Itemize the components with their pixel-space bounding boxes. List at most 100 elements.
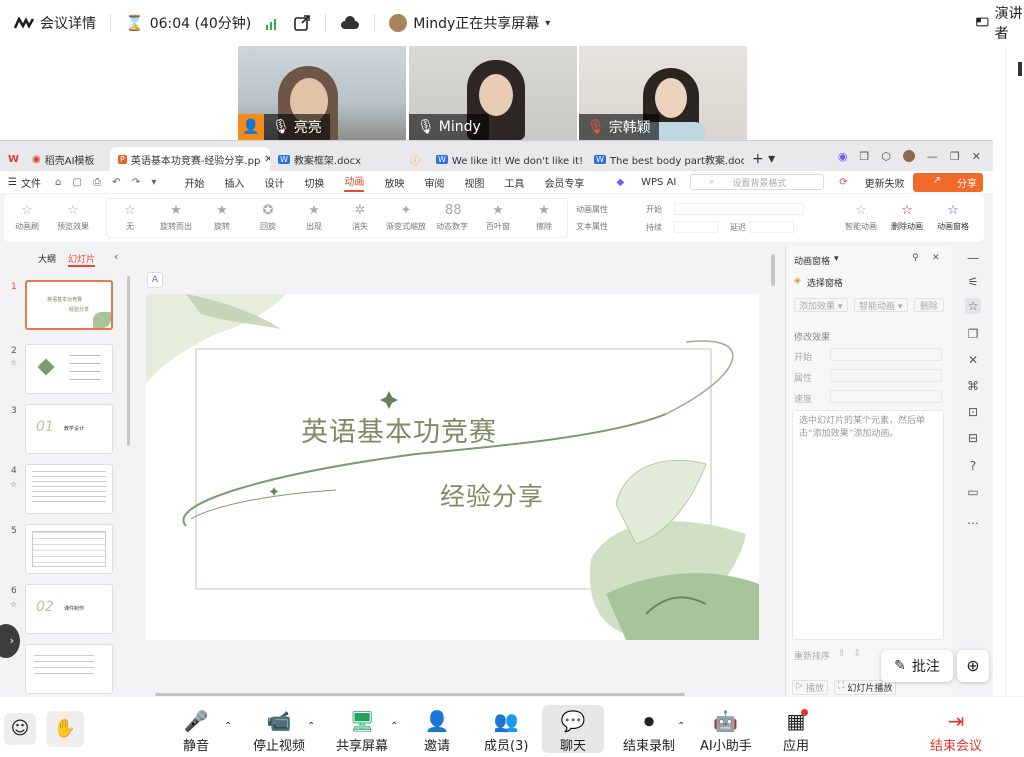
window-switch-icon[interactable]: ❐ (859, 150, 869, 163)
start-select[interactable] (830, 348, 942, 361)
mute-button[interactable]: 🎤 静音 (183, 709, 209, 754)
move-down-icon[interactable]: ⇩ (854, 649, 862, 662)
chat-button[interactable]: 💬 聊天 (560, 709, 586, 754)
menu-item-home[interactable]: 开始 (184, 175, 204, 190)
remove-animation-button[interactable]: ☆ 删除动画 (884, 204, 930, 232)
tab-doc-we-like-it[interactable]: WWe like it! We don't like it! (论ⓘ (428, 147, 586, 171)
video-tile[interactable]: 🎙 Mindy (409, 46, 577, 140)
menu-item-tools[interactable]: 工具 (504, 175, 524, 190)
preview-effect-button[interactable]: ☆ 预览效果 (50, 204, 96, 232)
minimize-icon[interactable]: — (927, 150, 938, 163)
tab-outline[interactable]: 大纲 (38, 252, 56, 267)
collapse-pane-icon[interactable]: ‹ (114, 250, 118, 263)
effect-fade-zoom[interactable]: ✦ 渐变式缩放 (383, 204, 429, 232)
tab-doc-lesson-framework[interactable]: W 教案框架.docx ⓘ (270, 147, 428, 171)
end-meeting-button[interactable]: ⇥ 结束会议 (930, 709, 982, 754)
effect-dynamic-number[interactable]: 88 动态数字 (429, 204, 475, 232)
ai-badge[interactable]: A (147, 272, 163, 288)
tab-docer-ai-template[interactable]: ◉ 稻壳AI模板 (24, 147, 110, 171)
shapes-icon[interactable]: ⌘ (965, 378, 981, 394)
search-box[interactable]: ⌕ 设置背景格式 (690, 174, 825, 190)
restore-icon[interactable]: ❐ (950, 150, 960, 163)
chevron-down-icon[interactable]: ▾ (834, 254, 839, 267)
update-failed-button[interactable]: ⟳ 更新失败 (825, 175, 904, 190)
video-options-chevron[interactable]: ⌃ (307, 721, 315, 732)
slide-subtitle[interactable]: 经验分享 (440, 477, 544, 513)
tab-slides[interactable]: 幻灯片 (68, 252, 96, 267)
sharing-status[interactable]: Mindy正在共享屏幕 ▾ (389, 13, 550, 33)
tools-icon[interactable]: ✕ (965, 352, 981, 368)
effect-spin-out[interactable]: ★ 旋转而出 (153, 204, 199, 232)
settings-sliders-icon[interactable]: ⚟ (965, 274, 981, 290)
start-select[interactable] (674, 203, 804, 215)
slide-title[interactable]: 英语基本功竞赛 (301, 410, 497, 449)
comment-icon[interactable]: ▭ (965, 484, 981, 500)
animation-list[interactable]: 选中幻灯片的某个元素，然后单击“添加效果”添加动画。 (792, 410, 944, 640)
effect-none[interactable]: ☆ 无 (107, 204, 153, 232)
pin-icon[interactable]: ⚲ (912, 253, 919, 263)
slide-thumbnail-1[interactable]: 英语基本功竞赛 经验分享 (25, 280, 113, 330)
close-icon[interactable]: ✕ (932, 253, 940, 263)
move-up-icon[interactable]: ⇧ (838, 649, 846, 662)
menu-item-insert[interactable]: 插入 (224, 175, 244, 190)
menu-item-design[interactable]: 设计 (264, 175, 284, 190)
share-link-button[interactable] (293, 14, 311, 32)
slide-thumbnail-4[interactable] (25, 464, 113, 514)
minimize-icon[interactable]: — (965, 250, 981, 266)
emoji-button[interactable]: ☺ (4, 713, 36, 745)
new-tab-button[interactable]: + ▾ (744, 147, 778, 171)
delete-button[interactable]: 删除 (914, 298, 944, 312)
smart-animation-button[interactable]: ☆ 智能动画 (838, 204, 884, 232)
quick-access-tools[interactable]: ⌂ ▢ ⎙ ↶ ↷ ▾ (55, 177, 160, 188)
invite-button[interactable]: 👤 邀请 (424, 709, 450, 754)
meeting-details-button[interactable]: 会议详情 (14, 13, 96, 33)
members-button[interactable]: 👥 成员(3) (484, 709, 528, 754)
more-icon[interactable]: … (965, 512, 981, 528)
user-avatar[interactable] (902, 150, 915, 162)
current-slide[interactable]: 英语基本功竞赛 经验分享 (146, 294, 759, 640)
copy-icon[interactable]: ❐ (965, 326, 981, 342)
presenter-view-button[interactable]: 演讲者 (976, 3, 1024, 43)
slide-thumbnail-6[interactable]: 02 课件制作 (25, 584, 113, 634)
image-icon[interactable]: ⊡ (965, 404, 981, 420)
annotate-button[interactable]: ✎ 批注 (881, 650, 953, 682)
thumbnail-scrollbar[interactable] (127, 276, 130, 446)
wps-logo[interactable]: W (0, 147, 24, 171)
menu-item-wps-ai[interactable]: ◆ WPS AI (602, 177, 676, 188)
close-icon[interactable]: ✕ (972, 150, 981, 163)
menu-item-review[interactable]: 审阅 (424, 175, 444, 190)
animation-painter-button[interactable]: ☆ 动画刷 (4, 204, 50, 232)
cloud-button[interactable] (340, 16, 360, 30)
signal-strength[interactable] (265, 16, 279, 30)
effect-wipe[interactable]: ★ 擦除 (521, 204, 567, 232)
animation-props-dropdown[interactable]: 动画属性 (576, 204, 638, 215)
menu-item-member[interactable]: 会员专享 (544, 175, 584, 190)
delay-input[interactable] (750, 221, 794, 233)
menu-item-view[interactable]: 视图 (464, 175, 484, 190)
raise-hand-button[interactable]: ✋ (46, 711, 84, 747)
share-options-chevron[interactable]: ⌃ (390, 721, 398, 732)
share-screen-button[interactable]: 🖥 共享屏幕 (336, 709, 388, 754)
slide-thumbnail-2[interactable] (25, 344, 113, 394)
effect-swirl[interactable]: ✪ 回旋 (245, 204, 291, 232)
add-effect-button[interactable]: 添加效果 ▾ (794, 298, 848, 312)
menu-item-transition[interactable]: 切换 (304, 175, 324, 190)
slideshow-button[interactable]: ⛶ 幻灯片播放 (834, 680, 897, 695)
ai-assistant-button[interactable]: 🤖 AI小助手 (700, 709, 752, 754)
video-tile[interactable]: 👤 🎙 亮亮 (238, 46, 406, 140)
stop-video-button[interactable]: 📹 停止视频 (253, 709, 305, 754)
smart-anim-button[interactable]: 智能动画 ▾ (854, 298, 908, 312)
mute-options-chevron[interactable]: ⌃ (224, 721, 232, 732)
duration-input[interactable] (674, 221, 718, 233)
slide-thumbnail-3[interactable]: 01 教学设计 (25, 404, 113, 454)
effect-spin[interactable]: ★ 旋转 (199, 204, 245, 232)
box-icon[interactable]: ⬡ (881, 150, 891, 163)
ai-assistant-icon[interactable]: ◉ (838, 150, 848, 163)
play-button[interactable]: ▷ 播放 (792, 680, 828, 695)
help-icon[interactable]: ? (965, 458, 981, 474)
canvas-vscrollbar[interactable] (771, 254, 775, 286)
slide-thumbnail-7[interactable] (25, 644, 113, 694)
zoom-button[interactable]: ⊕ (957, 650, 989, 682)
tab-ppt-file[interactable]: P 英语基本功竞赛-经验分享.pp ✕ (110, 147, 270, 171)
text-props-dropdown[interactable]: 文本属性 (576, 221, 638, 232)
